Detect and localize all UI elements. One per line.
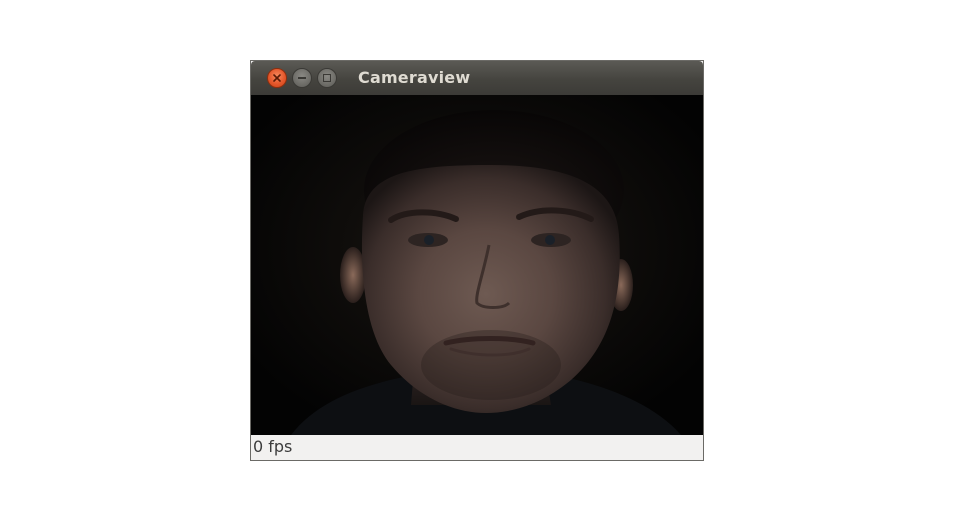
- title-bar[interactable]: Cameraview: [251, 61, 703, 95]
- webcam-image: [251, 95, 703, 435]
- camera-view: [251, 95, 703, 435]
- close-icon: [273, 74, 281, 82]
- window-title: Cameraview: [358, 68, 471, 87]
- fps-counter: 0 fps: [253, 437, 293, 456]
- status-bar: 0 fps: [251, 435, 703, 460]
- minimize-button[interactable]: [292, 68, 312, 88]
- camera-window: Cameraview 0 fps: [251, 61, 703, 460]
- maximize-button[interactable]: [317, 68, 337, 88]
- maximize-icon: [323, 74, 331, 82]
- close-button[interactable]: [267, 68, 287, 88]
- minimize-icon: [298, 77, 306, 79]
